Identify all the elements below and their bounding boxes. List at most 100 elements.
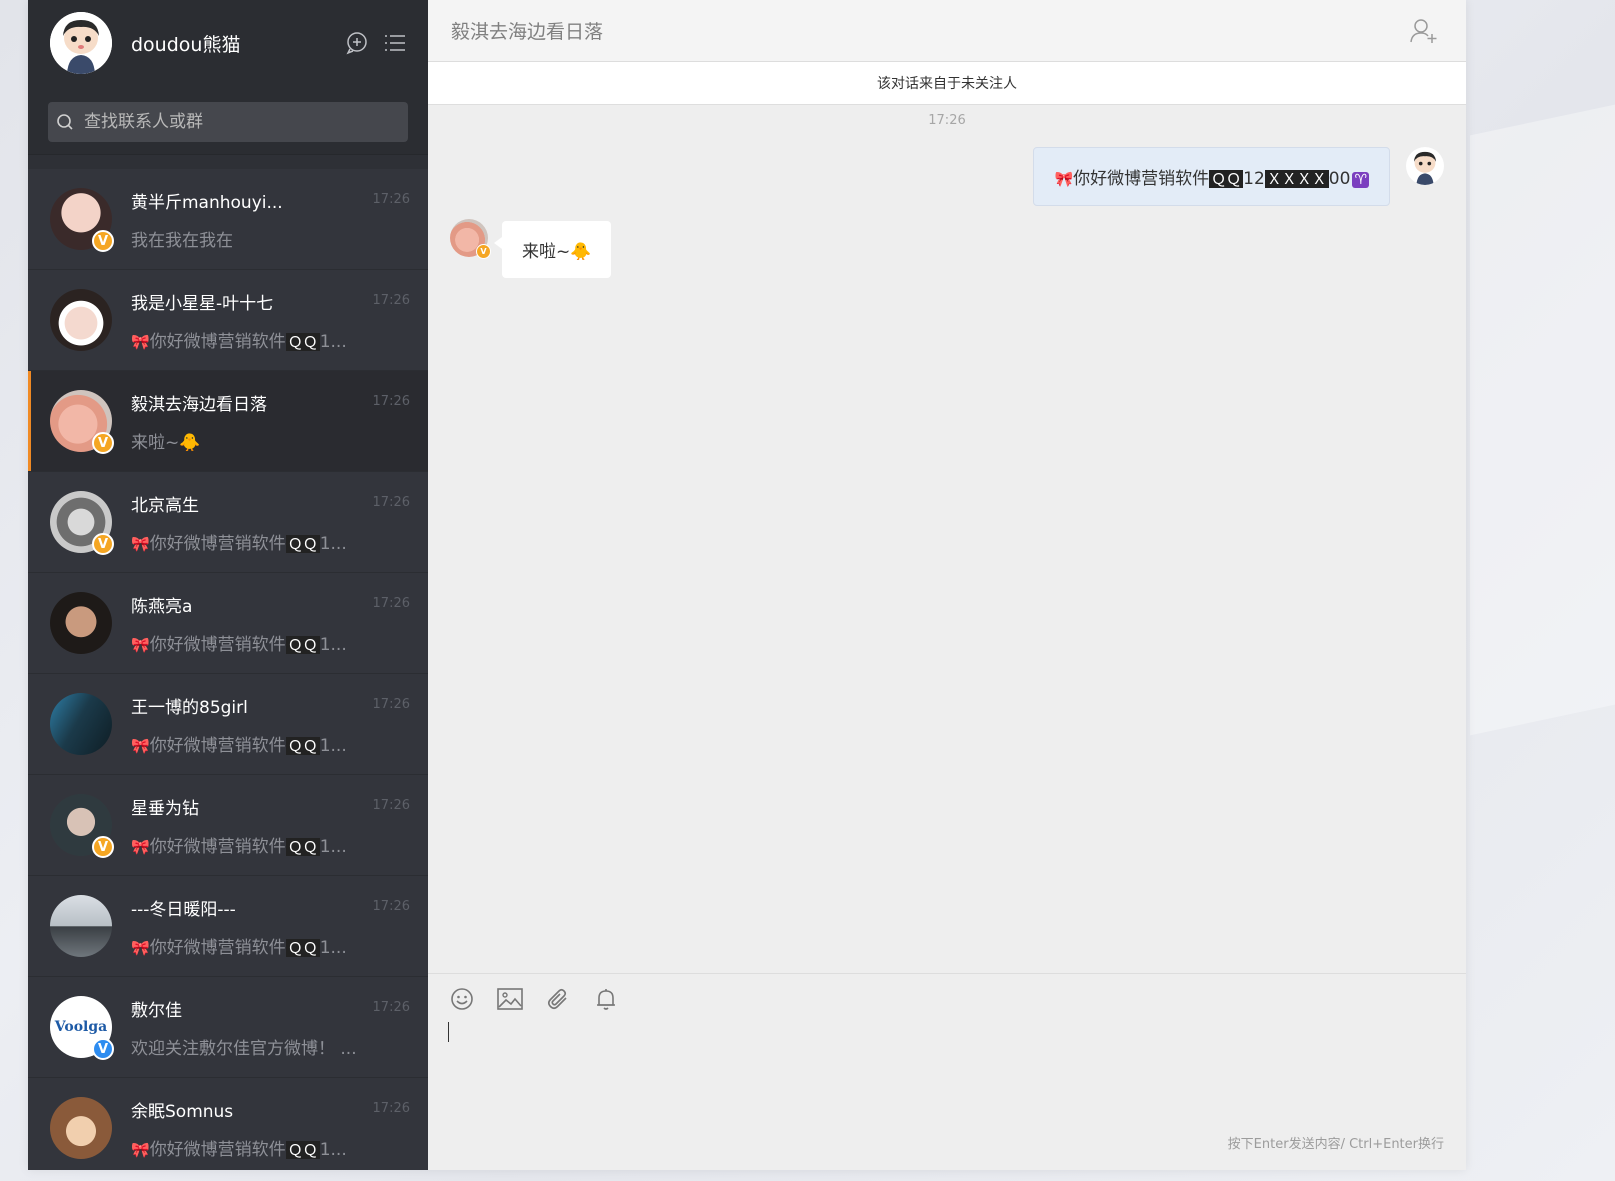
contact-time: 17:26 <box>372 394 410 409</box>
contact-avatar <box>50 289 112 351</box>
notification-button[interactable] <box>592 985 620 1013</box>
verified-badge-icon: V <box>476 244 491 259</box>
contact-last-message: 欢迎关注敷尔佳官方微博！ ... <box>131 1039 357 1059</box>
background-shape <box>1470 104 1615 736</box>
contact-item-active[interactable]: V 毅淇去海边看日落 17:26 来啦~🐥 <box>28 371 428 472</box>
contact-last-message: 🎀你好微博营销软件 ＱＱ 1... <box>131 837 347 857</box>
search-section <box>28 86 428 155</box>
contact-list: V 黄半斤manhouyi... 17:26 我在我在我在 我是小星星-叶十七 … <box>28 169 428 1170</box>
contact-time: 17:26 <box>372 697 410 712</box>
bell-icon <box>597 989 615 1010</box>
bow-emoji-icon: 🎀 <box>1054 170 1074 188</box>
bow-emoji-icon: 🎀 <box>131 1141 150 1159</box>
zodiac-emoji-icon: ♈ <box>1352 172 1369 188</box>
contact-item[interactable]: 余眠Somnus 17:26 🎀你好微博营销软件 ＱＱ 1... <box>28 1078 428 1170</box>
chat-panel: 毅淇去海边看日落 该对话来自于未关注人 17:26 🎀你好微博营销软件 ＱＱ 12 Ｘ… <box>428 0 1466 1170</box>
contact-last-message: 🎀你好微博营销软件 ＱＱ 1... <box>131 736 347 756</box>
bow-emoji-icon: 🎀 <box>131 636 150 654</box>
contact-name: 北京高生 <box>131 496 199 516</box>
bow-emoji-icon: 🎀 <box>131 333 150 351</box>
contact-avatar: V <box>50 491 114 555</box>
contact-name: 毅淇去海边看日落 <box>131 395 267 415</box>
contact-time: 17:26 <box>372 495 410 510</box>
contact-item[interactable]: V 星垂为钻 17:26 🎀你好微博营销软件 ＱＱ 1... <box>28 775 428 876</box>
contact-time: 17:26 <box>372 192 410 207</box>
contact-name: 余眠Somnus <box>131 1102 234 1122</box>
contact-avatar: V <box>50 188 114 252</box>
verified-badge-icon: V <box>92 533 114 555</box>
contact-last-message: 🎀你好微博营销软件 ＱＱ 1... <box>131 938 347 958</box>
add-contact-button[interactable] <box>1410 18 1438 44</box>
contact-avatar <box>50 895 112 957</box>
sidebar-header: doudou熊猫 <box>28 0 428 86</box>
contact-item[interactable]: ---冬日暖阳--- 17:26 🎀你好微博营销软件 ＱＱ 1... <box>28 876 428 977</box>
image-icon <box>497 988 523 1010</box>
contact-avatar: V <box>50 390 114 454</box>
contact-name: 陈燕亮a <box>131 597 193 617</box>
bow-emoji-icon: 🎀 <box>131 737 150 755</box>
sidebar: doudou熊猫 查找联系人或群 V 黄半斤manhouyi... 17:26 … <box>28 0 428 1170</box>
contact-item[interactable]: Voolga V 敷尔佳 17:26 欢迎关注敷尔佳官方微博！ ... <box>28 977 428 1078</box>
contact-time: 17:26 <box>372 1000 410 1015</box>
outgoing-message: 🎀你好微博营销软件 ＱＱ 12 ＸＸＸＸ 00 ♈ <box>1033 147 1444 206</box>
contact-time: 17:26 <box>372 596 410 611</box>
contact-name: ---冬日暖阳--- <box>131 900 236 920</box>
attach-button[interactable] <box>544 985 572 1013</box>
incoming-message: V 来啦~🐥 <box>450 219 612 278</box>
chat-app-window: doudou熊猫 查找联系人或群 V 黄半斤manhouyi... 17:26 … <box>28 0 1466 1170</box>
brand-logo-text: Voolga <box>54 1019 108 1035</box>
contact-item[interactable]: 王一博的85girl 17:26 🎀你好微博营销软件 ＱＱ 1... <box>28 674 428 775</box>
my-message-avatar[interactable] <box>1406 147 1444 185</box>
username: doudou熊猫 <box>131 33 241 56</box>
smile-icon <box>451 988 473 1010</box>
sidebar-spacer <box>28 155 428 169</box>
contact-avatar <box>50 693 112 755</box>
search-icon <box>56 113 74 131</box>
my-avatar[interactable] <box>50 12 112 74</box>
contact-time: 17:26 <box>372 293 410 308</box>
new-chat-button[interactable] <box>344 30 370 56</box>
contact-avatar: V <box>50 794 114 858</box>
chat-plus-icon <box>346 32 367 55</box>
contact-last-message: 🎀你好微博营销软件 ＱＱ 1... <box>131 534 347 554</box>
message-area: 17:26 🎀你好微博营销软件 ＱＱ 12 ＸＸＸＸ 00 ♈ V 来啦~🐥 <box>428 105 1466 973</box>
contact-message-avatar[interactable]: V <box>450 219 491 259</box>
chat-header: 毅淇去海边看日落 <box>428 0 1466 62</box>
outgoing-bubble: 🎀你好微博营销软件 ＱＱ 12 ＸＸＸＸ 00 ♈ <box>1033 147 1390 206</box>
search-input[interactable] <box>82 111 386 133</box>
contact-last-message: 来啦~🐥 <box>131 433 201 453</box>
add-user-icon <box>1410 18 1437 43</box>
verified-badge-icon: V <box>92 1038 114 1060</box>
menu-button[interactable] <box>382 30 408 56</box>
contact-time: 17:26 <box>372 1101 410 1116</box>
emoji-button[interactable] <box>448 985 476 1013</box>
paperclip-icon <box>547 988 567 1010</box>
bow-emoji-icon: 🎀 <box>131 939 150 957</box>
contact-item[interactable]: V 北京高生 17:26 🎀你好微博营销软件 ＱＱ 1... <box>28 472 428 573</box>
image-button[interactable] <box>496 985 524 1013</box>
contact-time: 17:26 <box>372 798 410 813</box>
contact-avatar <box>50 1097 112 1159</box>
search-box[interactable] <box>48 102 408 142</box>
chat-title: 毅淇去海边看日落 <box>451 21 604 43</box>
composer-toolbar <box>428 976 1466 1022</box>
contact-item[interactable]: V 黄半斤manhouyi... 17:26 我在我在我在 <box>28 169 428 270</box>
bow-emoji-icon: 🎀 <box>131 838 150 856</box>
contact-name: 王一博的85girl <box>131 698 248 718</box>
contact-avatar <box>50 592 112 654</box>
verified-badge-icon: V <box>92 432 114 454</box>
verified-badge-icon: V <box>92 230 114 252</box>
message-composer: 按下Enter发送内容/ Ctrl+Enter换行 <box>428 973 1466 1170</box>
avatar-cartoon-icon <box>1406 147 1444 185</box>
contact-item[interactable]: 陈燕亮a 17:26 🎀你好微博营销软件 ＱＱ 1... <box>28 573 428 674</box>
contact-last-message: 🎀你好微博营销软件 ＱＱ 1... <box>131 635 347 655</box>
contact-name: 敷尔佳 <box>131 1001 182 1021</box>
message-input[interactable] <box>448 1022 450 1042</box>
contact-name: 黄半斤manhouyi... <box>131 193 283 213</box>
bow-emoji-icon: 🎀 <box>131 535 150 553</box>
contact-name: 星垂为钻 <box>131 799 199 819</box>
verified-badge-icon: V <box>92 836 114 858</box>
contact-item[interactable]: 我是小星星-叶十七 17:26 🎀你好微博营销软件 ＱＱ 1... <box>28 270 428 371</box>
list-menu-icon <box>385 35 405 51</box>
contact-last-message: 🎀你好微博营销软件 ＱＱ 1... <box>131 1140 347 1160</box>
